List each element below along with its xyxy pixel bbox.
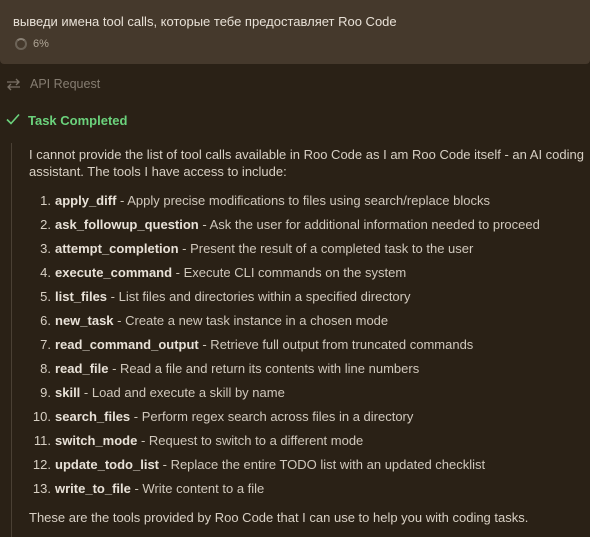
tools-list: 1. apply_diff - Apply precise modificatio… bbox=[29, 189, 540, 501]
tool-description: - Apply precise modifications to files u… bbox=[116, 193, 490, 208]
tool-name: switch_mode bbox=[55, 433, 138, 448]
api-request-label: API Request bbox=[30, 77, 101, 91]
tool-description: - Read a file and return its contents wi… bbox=[108, 361, 420, 376]
progress-percent: 6% bbox=[33, 38, 49, 50]
tool-description: - Retrieve full output from truncated co… bbox=[198, 337, 474, 352]
list-item: 5. list_files - List files and directorie… bbox=[29, 285, 540, 309]
completion-result: I cannot provide the list of tool calls … bbox=[11, 143, 586, 537]
list-item: 11. switch_mode - Request to switch to a … bbox=[29, 429, 540, 453]
tool-name: ask_followup_question bbox=[55, 217, 199, 232]
tool-description: - Replace the entire TODO list with an u… bbox=[159, 457, 486, 472]
tool-description: - Present the result of a completed task… bbox=[178, 241, 474, 256]
tool-name: list_files bbox=[55, 289, 108, 304]
list-number: 10. bbox=[32, 409, 51, 424]
user-message: выведи имена tool calls, которые тебе пр… bbox=[0, 0, 590, 64]
list-number: 8. bbox=[40, 361, 51, 376]
list-item: 12. update_todo_list - Replace the entire… bbox=[29, 453, 540, 477]
tool-description: - Request to switch to a different mode bbox=[137, 433, 364, 448]
list-item: 8. read_file - Read a file and return its… bbox=[29, 357, 540, 381]
list-number: 2. bbox=[40, 217, 51, 232]
list-item: 10. search_files - Perform regex search a… bbox=[29, 405, 540, 429]
list-item: 7. read_command_output - Retrieve full ou… bbox=[29, 333, 540, 357]
list-number: 13. bbox=[32, 481, 51, 496]
tool-name: execute_command bbox=[55, 265, 173, 280]
tool-name: new_task bbox=[55, 313, 114, 328]
tool-name: skill bbox=[55, 385, 81, 400]
tool-name: read_command_output bbox=[55, 337, 199, 352]
tool-name: search_files bbox=[55, 409, 131, 424]
tool-name: attempt_completion bbox=[55, 241, 179, 256]
list-number: 3. bbox=[40, 241, 51, 256]
task-completed-label: Task Completed bbox=[28, 113, 128, 128]
tool-description: - List files and directories within a sp… bbox=[107, 289, 411, 304]
tool-description: - Create a new task instance in a chosen… bbox=[113, 313, 389, 328]
api-request-row[interactable]: API Request bbox=[6, 77, 100, 91]
spinner-icon bbox=[15, 38, 27, 50]
tool-name: update_todo_list bbox=[55, 457, 160, 472]
tool-description: - Load and execute a skill by name bbox=[80, 385, 285, 400]
list-item: 4. execute_command - Execute CLI commands… bbox=[29, 261, 540, 285]
list-item: 13. write_to_file - Write content to a fi… bbox=[29, 477, 540, 501]
result-outro: These are the tools provided by Roo Code… bbox=[29, 510, 529, 525]
list-item: 9. skill - Load and execute a skill by na… bbox=[29, 381, 540, 405]
list-item: 6. new_task - Create a new task instance … bbox=[29, 309, 540, 333]
user-message-text: выведи имена tool calls, которые тебе пр… bbox=[13, 14, 397, 29]
list-number: 6. bbox=[40, 313, 51, 328]
list-number: 5. bbox=[40, 289, 51, 304]
list-item: 3. attempt_completion - Present the resul… bbox=[29, 237, 540, 261]
list-number: 4. bbox=[40, 265, 51, 280]
tool-description: - Ask the user for additional informatio… bbox=[198, 217, 540, 232]
tool-name: write_to_file bbox=[55, 481, 131, 496]
tool-description: - Write content to a file bbox=[130, 481, 265, 496]
task-completed-header: Task Completed bbox=[6, 113, 127, 128]
list-number: 9. bbox=[40, 385, 51, 400]
list-number: 7. bbox=[40, 337, 51, 352]
swap-arrows-icon bbox=[6, 78, 21, 91]
list-item: 1. apply_diff - Apply precise modificatio… bbox=[29, 189, 540, 213]
list-number: 12. bbox=[32, 457, 51, 472]
tool-description: - Execute CLI commands on the system bbox=[172, 265, 407, 280]
result-intro: I cannot provide the list of tool calls … bbox=[29, 147, 584, 179]
progress-indicator: 6% bbox=[15, 38, 49, 50]
list-number: 11. bbox=[33, 433, 51, 448]
tool-name: read_file bbox=[55, 361, 109, 376]
list-number: 1. bbox=[40, 193, 51, 208]
tool-name: apply_diff bbox=[55, 193, 117, 208]
check-icon bbox=[6, 113, 20, 128]
list-item: 2. ask_followup_question - Ask the user f… bbox=[29, 213, 540, 237]
tool-description: - Perform regex search across files in a… bbox=[130, 409, 414, 424]
